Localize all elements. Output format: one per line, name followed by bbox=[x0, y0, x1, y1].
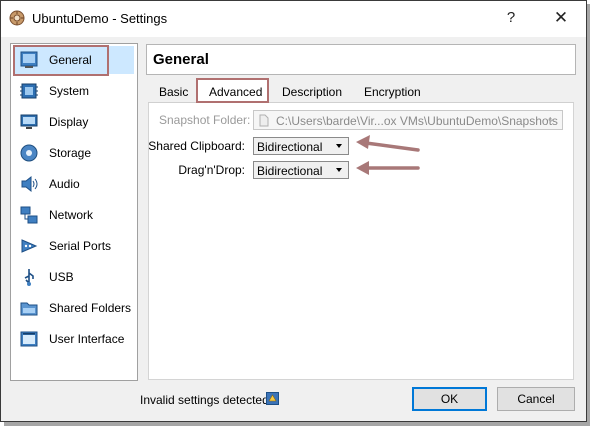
tab-encryption[interactable]: Encryption bbox=[356, 82, 429, 102]
section-header: General bbox=[146, 44, 576, 75]
help-button[interactable]: ? bbox=[491, 5, 531, 31]
file-icon bbox=[259, 114, 269, 127]
drag-drop-label: Drag'n'Drop: bbox=[178, 163, 245, 177]
settings-sidebar: General System Display Storage Audio Net… bbox=[10, 43, 138, 381]
sidebar-item-label: Storage bbox=[49, 146, 92, 160]
virtualbox-app-icon bbox=[9, 10, 25, 26]
sidebar-item-display[interactable]: Display bbox=[14, 108, 134, 136]
audio-icon bbox=[21, 175, 38, 193]
system-icon bbox=[20, 83, 38, 99]
window-shadow-bottom bbox=[4, 422, 590, 426]
sidebar-item-label: General bbox=[49, 53, 92, 67]
usb-icon bbox=[24, 269, 34, 286]
drag-drop-value: Bidirectional bbox=[257, 164, 323, 178]
sidebar-item-label: Serial Ports bbox=[49, 239, 112, 253]
user-interface-icon bbox=[20, 331, 38, 347]
title-bar: UbuntuDemo - Settings ? ✕ bbox=[1, 1, 586, 37]
sidebar-item-serial-ports[interactable]: Serial Ports bbox=[14, 232, 134, 260]
shared-folders-icon bbox=[20, 302, 38, 316]
display-icon bbox=[20, 114, 38, 129]
tab-description[interactable]: Description bbox=[274, 82, 350, 102]
sidebar-item-usb[interactable]: USB bbox=[14, 263, 134, 291]
snapshot-folder-value: C:\Users\barde\Vir...ox VMs\UbuntuDemo\S… bbox=[276, 114, 558, 128]
settings-window: UbuntuDemo - Settings ? ✕ General System bbox=[0, 0, 587, 422]
chevron-down-icon: ⌄ bbox=[546, 113, 556, 125]
general-icon bbox=[20, 51, 38, 68]
window-title: UbuntuDemo - Settings bbox=[32, 11, 168, 26]
invalid-settings-text: Invalid settings detected bbox=[140, 393, 269, 407]
sidebar-item-shared-folders[interactable]: Shared Folders bbox=[14, 294, 134, 322]
sidebar-item-label: User Interface bbox=[49, 332, 125, 346]
tab-basic[interactable]: Basic bbox=[151, 82, 196, 102]
sidebar-item-user-interface[interactable]: User Interface bbox=[14, 325, 134, 353]
close-button[interactable]: ✕ bbox=[541, 5, 581, 31]
dropdown-arrow-icon bbox=[336, 144, 342, 148]
page-title: General bbox=[153, 51, 209, 68]
sidebar-item-system[interactable]: System bbox=[14, 77, 134, 105]
ok-button[interactable]: OK bbox=[412, 387, 487, 411]
warning-icon[interactable] bbox=[266, 392, 279, 405]
serial-ports-icon bbox=[21, 239, 38, 253]
sidebar-item-general[interactable]: General bbox=[14, 46, 134, 74]
cancel-button[interactable]: Cancel bbox=[497, 387, 575, 411]
snapshot-folder-label: Snapshot Folder: bbox=[159, 113, 251, 127]
drag-drop-select[interactable]: Bidirectional bbox=[253, 161, 349, 179]
sidebar-item-storage[interactable]: Storage bbox=[14, 139, 134, 167]
sidebar-item-label: System bbox=[49, 84, 90, 98]
snapshot-folder-field: C:\Users\barde\Vir...ox VMs\UbuntuDemo\S… bbox=[253, 110, 563, 130]
storage-icon bbox=[20, 144, 38, 162]
sidebar-item-label: Network bbox=[49, 208, 94, 222]
shared-clipboard-label: Shared Clipboard: bbox=[148, 139, 245, 153]
dropdown-arrow-icon bbox=[336, 168, 342, 172]
sidebar-item-label: USB bbox=[49, 270, 74, 284]
sidebar-item-label: Audio bbox=[49, 177, 80, 191]
sidebar-item-network[interactable]: Network bbox=[14, 201, 134, 229]
sidebar-item-label: Shared Folders bbox=[49, 301, 132, 315]
network-icon bbox=[20, 206, 38, 224]
tab-advanced[interactable]: Advanced bbox=[201, 82, 270, 102]
shared-clipboard-select[interactable]: Bidirectional bbox=[253, 137, 349, 155]
shared-clipboard-value: Bidirectional bbox=[257, 140, 323, 154]
sidebar-item-audio[interactable]: Audio bbox=[14, 170, 134, 198]
sidebar-item-label: Display bbox=[49, 115, 89, 129]
